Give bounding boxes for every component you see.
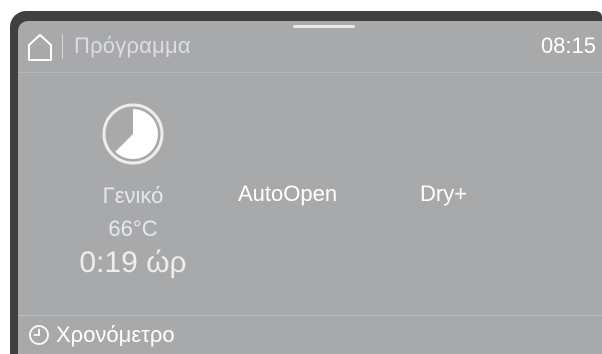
option-autoopen[interactable]: AutoOpen bbox=[238, 181, 337, 207]
display-screen: Πρόγραμμα 08:15 Γενικό 66°C 0:19 ώρ Auto… bbox=[18, 21, 602, 354]
program-selector[interactable]: Γενικό 66°C 0:19 ώρ bbox=[58, 101, 198, 301]
header-separator bbox=[62, 34, 63, 59]
home-button[interactable] bbox=[27, 33, 53, 61]
program-duration: 0:19 ώρ bbox=[79, 246, 187, 279]
device-bezel: Πρόγραμμα 08:15 Γενικό 66°C 0:19 ώρ Auto… bbox=[10, 11, 602, 354]
header-divider bbox=[18, 72, 602, 73]
timer-button[interactable]: Χρονόμετρο bbox=[18, 316, 602, 354]
time-display: 08:15 bbox=[540, 33, 596, 58]
timer-label: Χρονόμετρο bbox=[56, 322, 175, 347]
program-name: Γενικό bbox=[102, 183, 164, 208]
program-general-icon bbox=[102, 103, 164, 165]
option-dry-plus[interactable]: Dry+ bbox=[420, 181, 467, 207]
home-icon bbox=[28, 34, 52, 61]
clock-icon bbox=[29, 325, 49, 345]
program-temperature: 66°C bbox=[108, 216, 158, 241]
header-bar: Πρόγραμμα 08:15 bbox=[18, 21, 602, 72]
page-title: Πρόγραμμα bbox=[74, 33, 191, 58]
